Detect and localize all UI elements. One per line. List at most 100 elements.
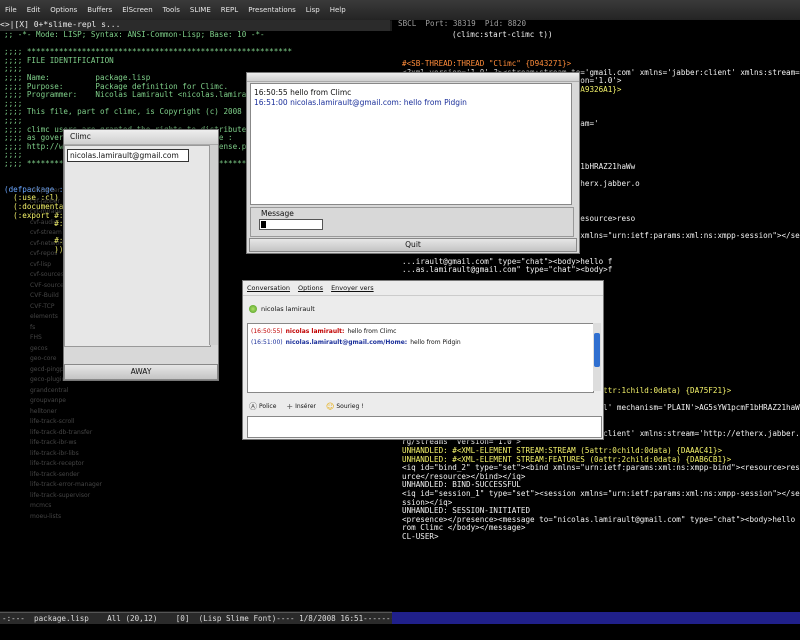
file-browser-item: geco-plugin	[30, 376, 66, 383]
right-modeline	[392, 612, 800, 624]
available-status-icon	[249, 305, 257, 313]
pidgin-log-row: (16:50:55) nicolas lamirault: hello from C…	[251, 326, 590, 337]
file-browser-item: geo-core	[30, 355, 57, 362]
file-browser-item: helltoner	[30, 407, 57, 415]
file-browser-item: FHS	[30, 334, 42, 341]
file-browser-item: fs	[30, 323, 36, 331]
file-browser-item: life-track-ibr-libs	[30, 449, 79, 457]
menu-presentations[interactable]: Presentations	[243, 6, 301, 14]
log-text: hello from Climc	[347, 328, 397, 335]
roster-entry[interactable]: nicolas.lamirault@gmail.com	[67, 149, 189, 162]
source-line: ;; -*- Mode: LISP; Syntax: ANSI-Common-L…	[4, 30, 265, 39]
file-browser-item: cvf-network	[30, 239, 66, 247]
menu-slime[interactable]: SLIME	[185, 6, 216, 14]
pidgin-log-lines: (16:50:55) nicolas lamirault: hello from C…	[248, 324, 593, 350]
menu-repl[interactable]: REPL	[216, 6, 243, 14]
file-browser-item: life-track-ibr-ws	[30, 439, 77, 446]
message-input[interactable]	[259, 219, 323, 230]
menu-file[interactable]: File	[0, 6, 22, 14]
repl-line: <iq id="session_1" type="set"><session x…	[402, 489, 800, 498]
file-browser-item: gecos	[30, 344, 48, 352]
pidgin-scroll-thumb[interactable]	[594, 333, 600, 367]
file-browser-item: mcmcs	[30, 502, 52, 509]
repl-header: SBCL Port: 38319 Pid: 8820	[398, 19, 527, 28]
toolbar-font-button[interactable]: Ⓐ Police	[249, 401, 276, 412]
file-browser-item: moeu-lists	[30, 512, 62, 520]
menu-elscreen[interactable]: ElScreen	[117, 6, 157, 14]
file-browser-item: life-track-scroll	[30, 418, 75, 425]
log-sender: nicolas.lamirault@gmail.com/Home:	[285, 339, 408, 346]
file-browser-item: life-track-error-manager	[30, 481, 103, 488]
pidgin-compose-input[interactable]	[247, 416, 602, 438]
insert-icon: +	[286, 402, 294, 411]
toolbar-smiley-button[interactable]: ☺ Sourieg !	[326, 402, 364, 411]
roster-entry-text: nicolas.lamirault@gmail.com	[70, 151, 179, 160]
file-browser-item: life-track-supervisor	[30, 491, 91, 499]
menu-buffers[interactable]: Buffers	[82, 6, 117, 14]
file-browser-item: cvf-lisp	[30, 260, 52, 268]
file-browser-item: cvf-parser	[30, 187, 61, 194]
chat-message: 16:50:55 hello from Climc	[254, 88, 352, 97]
pidgin-menu-item[interactable]: Conversation	[247, 284, 290, 292]
font-icon: Ⓐ	[249, 402, 257, 411]
chat-messages: 16:50:55 hello from Climc 16:51:00 nicola…	[251, 84, 571, 112]
toolbar-label: Police	[259, 403, 277, 410]
emacs-menubar: File Edit Options Buffers ElScreen Tools SLIME…	[0, 0, 800, 21]
log-time: (16:51:00)	[251, 339, 283, 346]
chat-message: 16:51:00 nicolas.lamirault@gmail.com: he…	[254, 98, 467, 107]
menu-lisp[interactable]: Lisp	[301, 6, 325, 14]
file-browser-item: grandcentral	[30, 386, 69, 394]
quit-button[interactable]: Quit	[249, 238, 577, 252]
menu-tools[interactable]: Tools	[158, 6, 185, 14]
pidgin-log-row: (16:51:00) nicolas.lamirault@gmail.com/Ho…	[251, 337, 590, 348]
pidgin-menu-item[interactable]: Envoyer vers	[331, 284, 374, 292]
log-text: hello from Pidgin	[410, 339, 461, 346]
roster-scrollbar[interactable]	[209, 145, 218, 345]
away-button[interactable]: AWAY	[64, 364, 218, 380]
roster-pane[interactable]: nicolas.lamirault@gmail.com	[64, 145, 211, 347]
pidgin-format-toolbar: Ⓐ Police + Insérer ☺ Sourieg !	[249, 401, 364, 412]
climc-window-title: Climc	[64, 130, 218, 145]
menu-edit[interactable]: Edit	[22, 6, 46, 14]
message-group: Message	[250, 207, 574, 237]
pidgin-conversation-window[interactable]: Conversation Options Envoyer vers nicolas …	[242, 280, 604, 440]
file-browser-item: CVF-TCP	[30, 302, 55, 310]
input-caret	[261, 221, 266, 228]
left-modeline-text: -:--- package.lisp All (20,12) [0] (Lisp…	[2, 614, 400, 623]
chat-window-titlebar	[247, 73, 579, 82]
file-browser-item: cvf-sources	[30, 271, 64, 278]
repl-line: ...as.lamirault@gmail.com" type="chat"><…	[402, 265, 613, 275]
file-browser-item: CVF-source	[30, 281, 64, 289]
file-browser-item: cvf-repos	[30, 250, 58, 257]
file-browser-item: CVF-Build	[30, 292, 59, 299]
minibuffer[interactable]	[0, 624, 800, 640]
file-browser-item: cvf-audio	[30, 218, 58, 226]
file-browser-item: cvf-stream	[30, 229, 62, 236]
toolbar-insert-button[interactable]: + Insérer	[286, 402, 316, 411]
tabbar-label[interactable]: <>|[X] 0+*slime-repl s...	[0, 20, 120, 29]
file-browser-item: life-track-receptor	[30, 460, 85, 467]
file-browser-item: elements	[30, 313, 58, 320]
pidgin-menu-item[interactable]: Options	[298, 284, 323, 292]
buddy-header: nicolas lamirault	[249, 305, 315, 313]
chat-log[interactable]: 16:50:55 hello from Climc 16:51:00 nicola…	[250, 83, 572, 205]
log-time: (16:50:55)	[251, 328, 283, 335]
buddy-name: nicolas lamirault	[261, 305, 315, 313]
climc-roster-window[interactable]: Climc nicolas.lamirault@gmail.com AWAY	[63, 129, 219, 381]
message-label: Message	[261, 209, 294, 218]
log-sender: nicolas lamirault:	[285, 328, 345, 335]
climc-chat-window[interactable]: 16:50:55 hello from Climc 16:51:00 nicola…	[246, 72, 580, 254]
file-browser-item: life-track-sender	[30, 470, 80, 478]
toolbar-label: Sourieg !	[336, 403, 364, 410]
file-browser-item: cvf-mirage	[30, 208, 62, 215]
file-browser-item: groupvanpe	[30, 397, 66, 404]
file-browser-item: life-track-db-transfer	[30, 428, 93, 436]
pidgin-log-scrollbar[interactable]	[593, 323, 601, 391]
repl-line: CL-USER>	[402, 532, 439, 541]
pidgin-conversation-log[interactable]: (16:50:55) nicolas lamirault: hello from C…	[247, 323, 594, 393]
smiley-icon: ☺	[326, 402, 335, 411]
menu-options[interactable]: Options	[45, 6, 82, 14]
menu-help[interactable]: Help	[325, 6, 351, 14]
repl-call: (climc:start-climc t))	[452, 30, 553, 39]
file-browser-item: cvf-jabber	[30, 197, 60, 205]
